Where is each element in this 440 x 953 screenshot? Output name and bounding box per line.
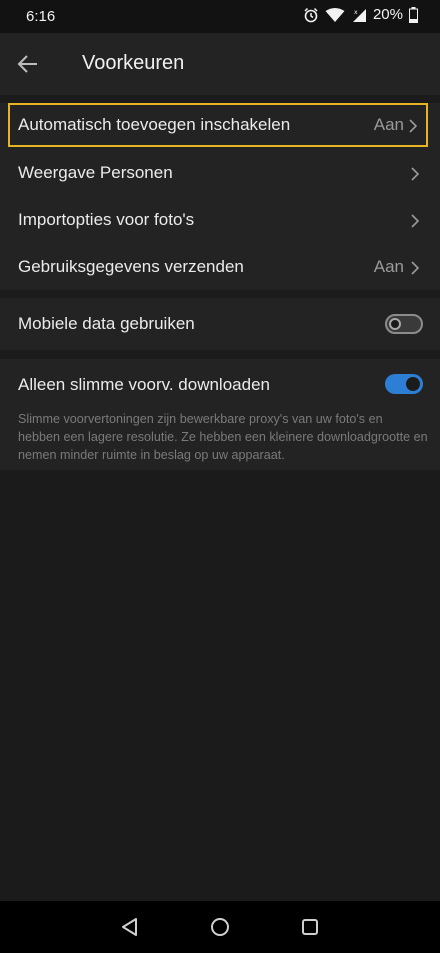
import-options-label: Importopties voor foto's <box>18 210 195 229</box>
chevron-right-icon <box>409 119 418 133</box>
status-icons: x 20% <box>303 6 418 23</box>
people-view-label: Weergave Personen <box>18 163 173 182</box>
home-circle-icon <box>211 918 229 936</box>
settings-group-general: Automatisch toevoegen inschakelen Aan We… <box>0 103 440 290</box>
app-bar: Voorkeuren <box>0 33 440 95</box>
settings-group-smart-previews: Alleen slimme voorv. downloaden Slimme v… <box>0 359 440 470</box>
smart-previews-toggle[interactable] <box>385 374 423 394</box>
usage-data-label: Gebruiksgegevens verzenden <box>18 257 244 276</box>
usage-data-row[interactable]: Gebruiksgegevens verzenden Aan <box>0 244 440 291</box>
alarm-icon <box>304 7 318 22</box>
usage-data-value: Aan <box>373 257 404 276</box>
auto-add-label: Automatisch toevoegen inschakelen <box>18 115 291 134</box>
back-button[interactable] <box>12 48 44 80</box>
toggle-knob <box>406 377 420 391</box>
svg-text:x: x <box>354 9 358 16</box>
wifi-icon <box>325 7 345 22</box>
system-nav-bar <box>0 901 440 953</box>
signal-icon: x <box>352 8 366 22</box>
chevron-right-icon <box>411 261 420 275</box>
smart-previews-label: Alleen slimme voorv. downloaden <box>18 375 270 394</box>
people-view-row[interactable]: Weergave Personen <box>0 150 440 197</box>
recents-square-icon <box>302 919 318 935</box>
mobile-data-label: Mobiele data gebruiken <box>18 314 195 333</box>
nav-recents-button[interactable] <box>298 915 322 939</box>
nav-back-button[interactable] <box>118 915 142 939</box>
battery-percentage: 20% <box>372 6 403 23</box>
back-triangle-icon <box>122 918 137 936</box>
arrow-left-icon <box>17 55 37 73</box>
toggle-knob <box>389 318 401 330</box>
settings-group-mobile-data: Mobiele data gebruiken <box>0 298 440 350</box>
auto-add-value: Aan <box>373 115 404 134</box>
page-title: Voorkeuren <box>82 52 185 74</box>
battery-icon <box>409 6 418 23</box>
mobile-data-toggle[interactable] <box>385 314 423 334</box>
status-bar: 6:16 x 20% <box>0 0 440 33</box>
auto-add-row[interactable]: Automatisch toevoegen inschakelen Aan <box>8 103 428 147</box>
smart-previews-description: Slimme voorvertoningen zijn bewerkbare p… <box>18 412 428 462</box>
chevron-right-icon <box>411 214 420 228</box>
status-time: 6:16 <box>26 8 56 25</box>
chevron-right-icon <box>411 167 420 181</box>
import-options-row[interactable]: Importopties voor foto's <box>0 197 440 244</box>
nav-home-button[interactable] <box>208 915 232 939</box>
